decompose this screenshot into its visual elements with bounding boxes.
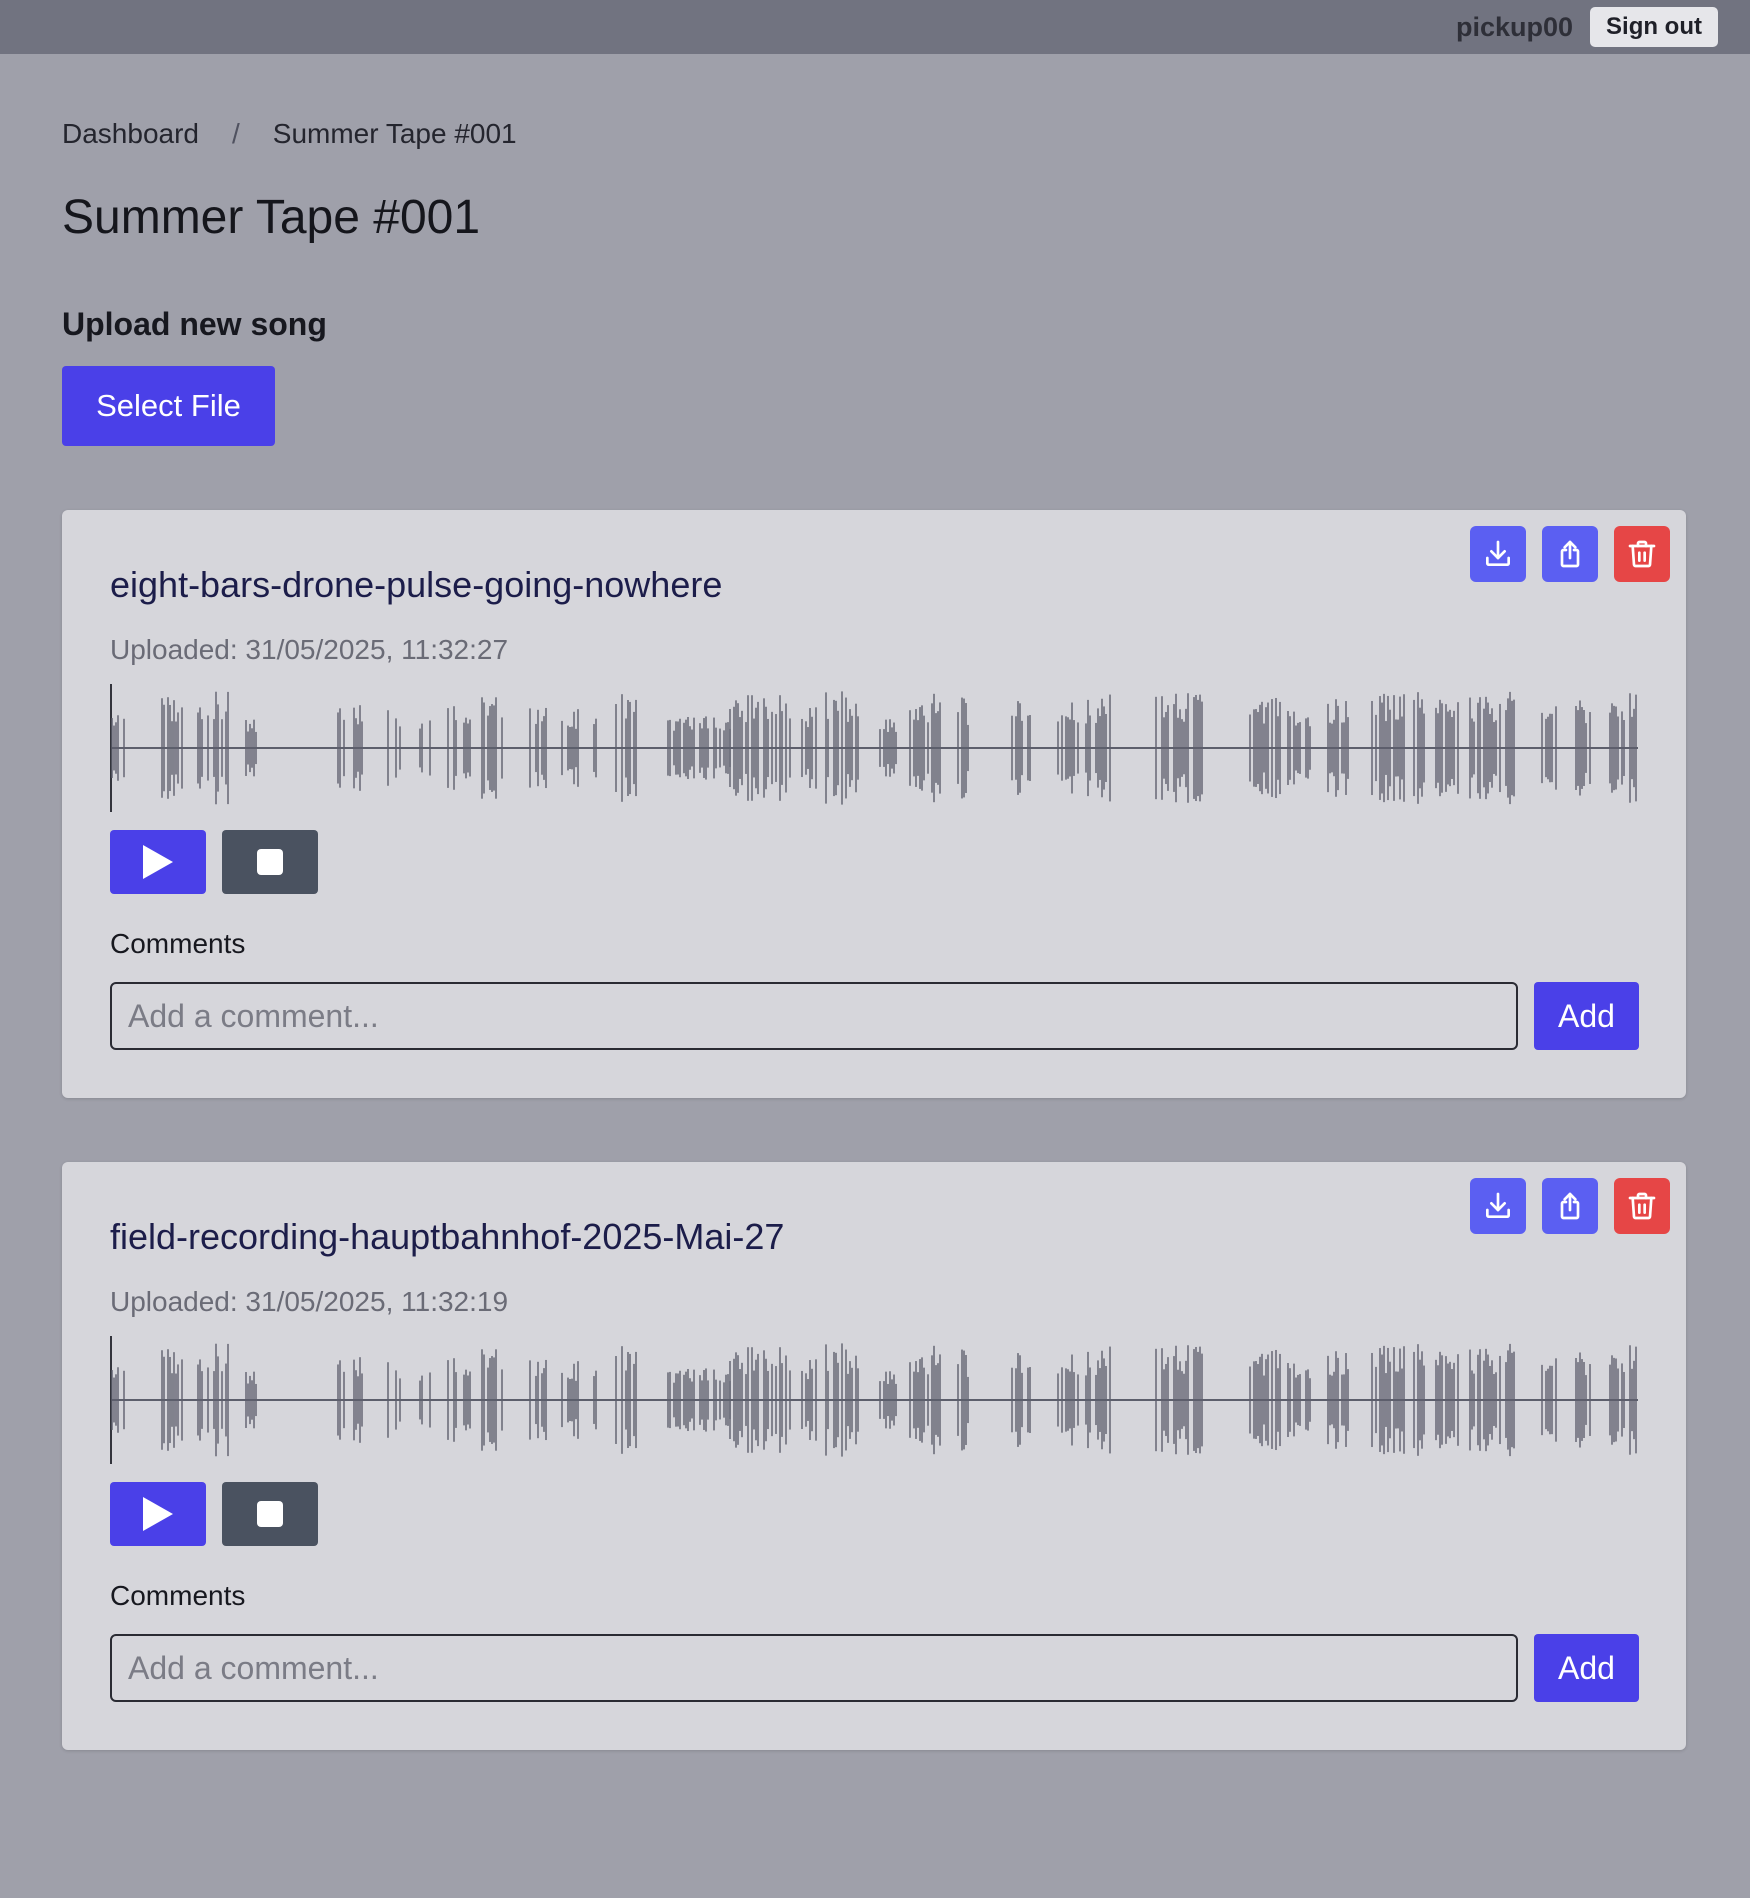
download-icon — [1482, 1190, 1514, 1222]
add-comment-button[interactable]: Add — [1534, 1634, 1639, 1702]
select-file-button[interactable]: Select File — [62, 366, 275, 446]
top-bar: pickup00 Sign out — [0, 0, 1750, 54]
stop-icon — [257, 849, 283, 875]
song-card: field-recording-hauptbahnhof-2025-Mai-27… — [62, 1162, 1686, 1750]
waveform[interactable] — [110, 684, 1638, 812]
username: pickup00 — [1455, 11, 1574, 42]
play-icon — [141, 844, 175, 880]
waveform[interactable] — [110, 1336, 1638, 1464]
delete-button[interactable] — [1614, 1178, 1670, 1234]
delete-button[interactable] — [1614, 526, 1670, 582]
sign-out-button[interactable]: Sign out — [1590, 7, 1718, 47]
upload-timestamp: Uploaded: 31/05/2025, 11:32:27 — [110, 634, 509, 665]
breadcrumb: Dashboard / Summer Tape #001 — [62, 118, 517, 150]
share-icon — [1554, 538, 1586, 570]
play-button[interactable] — [110, 830, 206, 894]
upload-timestamp: Uploaded: 31/05/2025, 11:32:19 — [110, 1286, 509, 1317]
song-card: eight-bars-drone-pulse-going-nowhere Upl… — [62, 510, 1686, 1098]
comments-label: Comments — [110, 928, 246, 959]
download-icon — [1482, 538, 1514, 570]
stop-icon — [257, 1501, 283, 1527]
share-button[interactable] — [1542, 1178, 1598, 1234]
comments-label: Comments — [110, 1580, 246, 1611]
comment-input[interactable] — [110, 982, 1518, 1050]
stop-button[interactable] — [222, 1482, 318, 1546]
play-button[interactable] — [110, 1482, 206, 1546]
page-title: Summer Tape #001 — [62, 191, 481, 244]
breadcrumb-current: Summer Tape #001 — [272, 118, 517, 149]
comment-input[interactable] — [110, 1634, 1518, 1702]
song-actions — [1470, 1178, 1670, 1234]
download-button[interactable] — [1470, 526, 1526, 582]
stop-button[interactable] — [222, 830, 318, 894]
upload-heading: Upload new song — [62, 306, 327, 342]
song-title: field-recording-hauptbahnhof-2025-Mai-27 — [110, 1216, 785, 1257]
trash-icon — [1626, 1190, 1658, 1222]
share-icon — [1554, 1190, 1586, 1222]
play-icon — [141, 1496, 175, 1532]
breadcrumb-dashboard-link[interactable]: Dashboard — [62, 118, 199, 149]
trash-icon — [1626, 538, 1658, 570]
song-title: eight-bars-drone-pulse-going-nowhere — [110, 564, 723, 605]
download-button[interactable] — [1470, 1178, 1526, 1234]
add-comment-button[interactable]: Add — [1534, 982, 1639, 1050]
breadcrumb-separator: / — [231, 118, 240, 149]
song-actions — [1470, 526, 1670, 582]
share-button[interactable] — [1542, 526, 1598, 582]
